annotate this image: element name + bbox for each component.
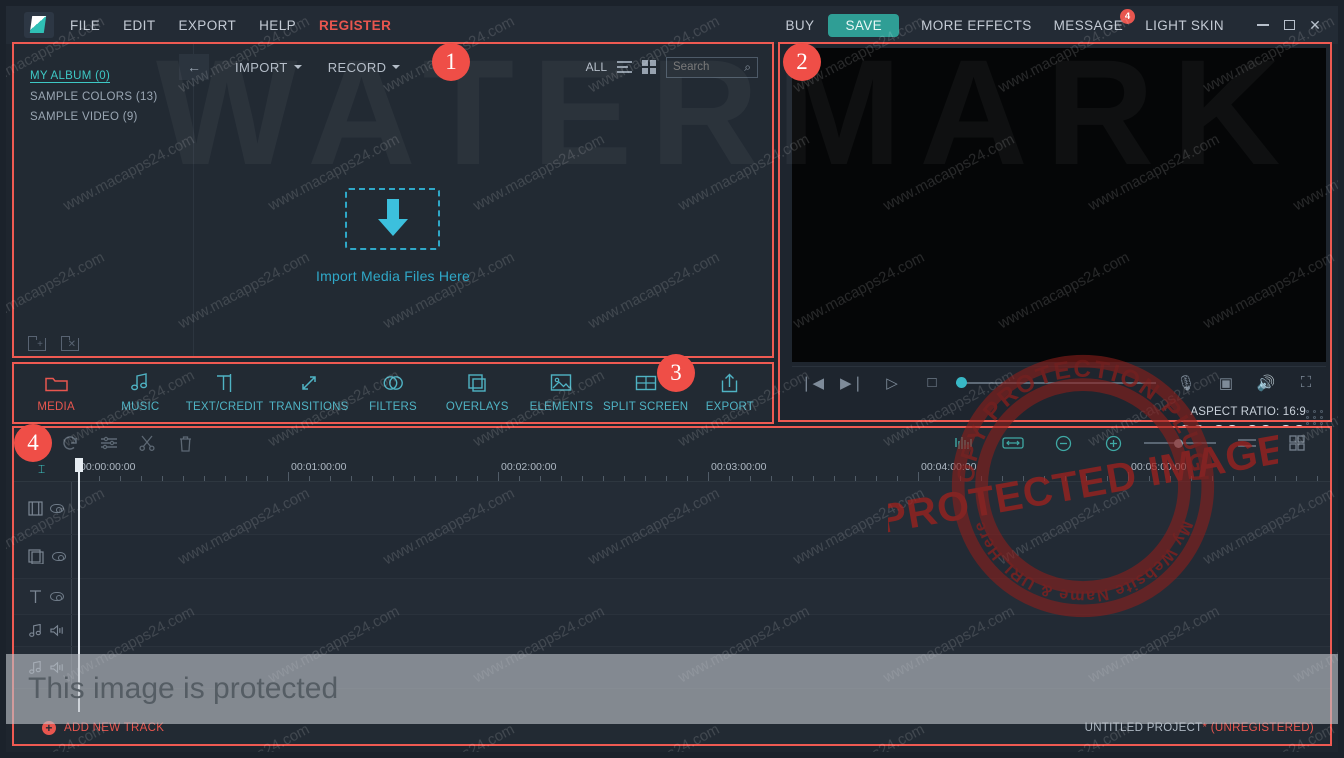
badge-1: 1 xyxy=(432,43,470,81)
protected-overlay-band: This image is protected xyxy=(6,654,1338,724)
menu-file[interactable]: FILE xyxy=(70,18,100,33)
message-count-badge: 4 xyxy=(1120,8,1136,24)
menu-bar-right: BUY SAVE MORE EFFECTS MESSAGE 4 LIGHT SK… xyxy=(763,8,1338,38)
menu-edit[interactable]: EDIT xyxy=(123,18,155,33)
maximize-icon[interactable] xyxy=(1276,12,1302,38)
region-outline-1 xyxy=(12,42,774,358)
window-controls: ✕ xyxy=(1250,12,1328,38)
menu-help[interactable]: HELP xyxy=(259,18,296,33)
badge-3: 3 xyxy=(657,354,695,392)
app-logo-icon xyxy=(24,12,54,38)
menu-export[interactable]: EXPORT xyxy=(178,18,236,33)
menu-bar: FILE EDIT EXPORT HELP REGISTER BUY SAVE … xyxy=(6,6,1338,44)
minimize-icon[interactable] xyxy=(1250,12,1276,38)
menu-register[interactable]: REGISTER xyxy=(319,18,391,33)
region-outline-2 xyxy=(778,42,1332,422)
protected-text: This image is protected xyxy=(28,672,339,705)
badge-2: 2 xyxy=(783,43,821,81)
close-icon[interactable]: ✕ xyxy=(1302,12,1328,38)
buy-button[interactable]: BUY xyxy=(785,18,814,33)
app-window: FILE EDIT EXPORT HELP REGISTER BUY SAVE … xyxy=(6,6,1338,752)
light-skin-button[interactable]: LIGHT SKIN xyxy=(1145,18,1224,33)
save-button[interactable]: SAVE xyxy=(828,13,900,37)
message-label: MESSAGE xyxy=(1053,17,1124,33)
message-button[interactable]: MESSAGE 4 xyxy=(1053,8,1136,33)
more-effects-button[interactable]: MORE EFFECTS xyxy=(921,18,1032,33)
badge-4: 4 xyxy=(14,424,52,462)
